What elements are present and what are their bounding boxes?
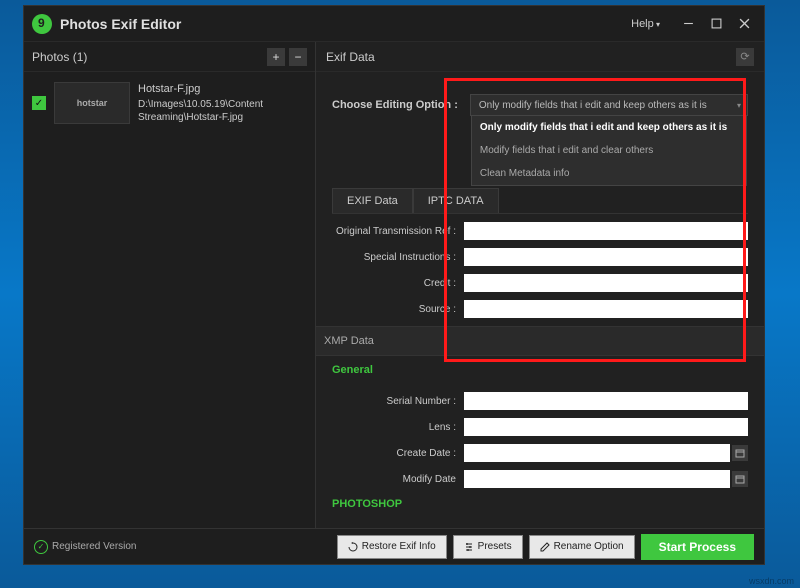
- add-photo-button[interactable]: +: [267, 48, 285, 66]
- edit-option-dropdown[interactable]: Only modify fields that i edit and keep …: [470, 94, 748, 116]
- field-row: Create Date :: [332, 442, 748, 464]
- check-circle-icon: ✓: [34, 540, 48, 554]
- field-label: Special Instructions :: [332, 252, 464, 263]
- field-row: Original Transmission Ref :: [332, 220, 748, 242]
- restore-exif-button[interactable]: Restore Exif Info: [337, 535, 447, 559]
- field-input[interactable]: [464, 222, 748, 240]
- close-button[interactable]: [732, 12, 756, 36]
- calendar-icon[interactable]: [732, 471, 748, 487]
- maximize-button[interactable]: [704, 12, 728, 36]
- refresh-button[interactable]: ⟳: [736, 48, 754, 66]
- photo-filename: Hotstar-F.jpg: [138, 82, 307, 96]
- field-label: Source :: [332, 304, 464, 315]
- photo-thumbnail: hotstar: [54, 82, 130, 124]
- app-logo-icon: [32, 14, 52, 34]
- dropdown-option[interactable]: Clean Metadata info: [472, 162, 746, 185]
- photo-path: D:\Images\10.05.19\Content Streaming\Hot…: [138, 98, 307, 124]
- app-title: Photos Exif Editor: [60, 16, 631, 32]
- photos-panel: Photos (1) + − ✓ hotstar Hotstar-F.jpg D…: [24, 42, 316, 528]
- photos-panel-header: Photos (1) + −: [24, 42, 315, 72]
- registered-status: ✓ Registered Version: [34, 540, 331, 554]
- field-input[interactable]: [464, 248, 748, 266]
- field-row: Lens :: [332, 416, 748, 438]
- help-menu[interactable]: Help: [631, 18, 660, 30]
- calendar-icon[interactable]: [732, 445, 748, 461]
- field-row: Special Instructions :: [332, 246, 748, 268]
- field-input[interactable]: [464, 392, 748, 410]
- general-subheader: General: [332, 364, 748, 376]
- photo-meta: Hotstar-F.jpg D:\Images\10.05.19\Content…: [138, 82, 307, 124]
- xmp-section-header: XMP Data: [316, 326, 764, 356]
- photo-checkbox[interactable]: ✓: [32, 96, 46, 110]
- exif-scroll: Choose Editing Option : Only modify fiel…: [316, 72, 764, 528]
- start-process-button[interactable]: Start Process: [641, 534, 754, 560]
- exif-panel-header: Exif Data ⟳: [316, 42, 764, 72]
- app-window: Photos Exif Editor Help Photos (1) + − ✓…: [23, 5, 765, 565]
- field-input[interactable]: [464, 418, 748, 436]
- general-fields: Serial Number : Lens : Create Date : Mod…: [332, 384, 748, 490]
- photos-count: Photos (1): [32, 50, 263, 64]
- footer: ✓ Registered Version Restore Exif Info P…: [24, 528, 764, 564]
- tab-exif[interactable]: EXIF Data: [332, 188, 413, 213]
- watermark: wsxdn.com: [749, 576, 794, 586]
- tabs: EXIF Data IPTC DATA: [332, 188, 748, 214]
- dropdown-selected: Only modify fields that i edit and keep …: [479, 100, 707, 111]
- field-label: Original Transmission Ref :: [332, 226, 464, 237]
- dropdown-option[interactable]: Modify fields that i edit and clear othe…: [472, 139, 746, 162]
- exif-title: Exif Data: [326, 50, 736, 64]
- presets-button[interactable]: Presets: [453, 535, 523, 559]
- field-row: Modify Date: [332, 468, 748, 490]
- field-label: Credit :: [332, 278, 464, 289]
- edit-option-label: Choose Editing Option :: [332, 99, 458, 111]
- field-label: Create Date :: [332, 448, 464, 459]
- field-label: Modify Date: [332, 474, 464, 485]
- field-input[interactable]: [464, 300, 748, 318]
- body: Photos (1) + − ✓ hotstar Hotstar-F.jpg D…: [24, 42, 764, 528]
- minimize-button[interactable]: [676, 12, 700, 36]
- field-input[interactable]: [464, 274, 748, 292]
- field-row: Source :: [332, 298, 748, 320]
- iptc-fields: Original Transmission Ref : Special Inst…: [332, 214, 748, 320]
- photo-list-item[interactable]: ✓ hotstar Hotstar-F.jpg D:\Images\10.05.…: [24, 72, 315, 134]
- field-label: Serial Number :: [332, 396, 464, 407]
- titlebar: Photos Exif Editor Help: [24, 6, 764, 42]
- tab-iptc[interactable]: IPTC DATA: [413, 188, 499, 213]
- field-label: Lens :: [332, 422, 464, 433]
- edit-option-row: Choose Editing Option : Only modify fiel…: [332, 94, 748, 116]
- field-row: Serial Number :: [332, 390, 748, 412]
- dropdown-option[interactable]: Only modify fields that i edit and keep …: [472, 116, 746, 139]
- photoshop-subheader: PHOTOSHOP: [332, 498, 748, 510]
- field-row: Credit :: [332, 272, 748, 294]
- exif-panel: Exif Data ⟳ Choose Editing Option : Only…: [316, 42, 764, 528]
- dropdown-menu: Only modify fields that i edit and keep …: [471, 115, 747, 186]
- remove-photo-button[interactable]: −: [289, 48, 307, 66]
- field-input[interactable]: [464, 444, 730, 462]
- field-input[interactable]: [464, 470, 730, 488]
- rename-option-button[interactable]: Rename Option: [529, 535, 635, 559]
